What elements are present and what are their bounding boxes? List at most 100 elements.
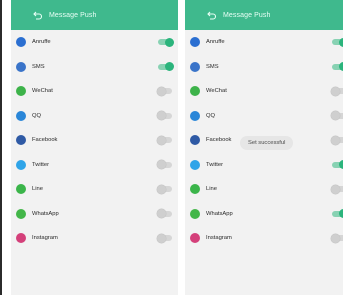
list-item[interactable]: WhatsApp <box>11 202 178 227</box>
page-title: Message Push <box>223 11 271 19</box>
list-item[interactable]: Instagram <box>11 226 178 251</box>
app-label: Facebook <box>32 137 58 144</box>
push-toggle[interactable] <box>331 184 343 194</box>
toggle-knob <box>339 160 343 170</box>
toggle-knob <box>331 184 340 194</box>
push-toggle[interactable] <box>157 135 172 145</box>
push-toggle[interactable] <box>157 160 172 170</box>
facebook-icon <box>190 135 200 146</box>
whatsapp-icon <box>16 208 26 219</box>
app-label: WhatsApp <box>32 210 59 217</box>
app-label: Twitter <box>32 161 50 168</box>
list-item[interactable]: SMS <box>11 55 178 80</box>
app-label: Facebook <box>206 137 232 144</box>
qq-icon <box>190 110 200 121</box>
app-label: WhatsApp <box>206 210 233 217</box>
notification-app-list: Anruffe SMS WeChat QQ Facebook Twitter L… <box>11 30 178 251</box>
app-label: SMS <box>32 63 45 70</box>
list-item[interactable]: Line <box>185 177 343 202</box>
toggle-knob <box>157 233 166 243</box>
push-toggle[interactable] <box>157 86 172 96</box>
toggle-knob <box>331 135 340 145</box>
list-item[interactable]: QQ <box>185 104 343 129</box>
app-label: Instagram <box>206 235 232 242</box>
list-item[interactable]: Anruffe <box>185 30 343 55</box>
app-label: SMS <box>206 63 219 70</box>
toggle-knob <box>165 62 174 72</box>
app-header: Message Push <box>185 0 343 30</box>
toggle-knob <box>339 209 343 219</box>
list-item[interactable]: Facebook <box>11 128 178 153</box>
app-label: QQ <box>32 112 42 119</box>
list-item[interactable]: Line <box>11 177 178 202</box>
back-arrow-icon[interactable] <box>207 10 217 20</box>
list-item[interactable]: WeChat <box>11 79 178 104</box>
page-title: Message Push <box>49 11 97 19</box>
toggle-knob <box>339 62 343 72</box>
toggle-knob <box>157 184 166 194</box>
whatsapp-icon <box>190 208 200 219</box>
push-toggle[interactable] <box>331 111 343 121</box>
push-toggle[interactable] <box>331 233 343 243</box>
app-label: Twitter <box>206 161 224 168</box>
phone-screen-after: Message Push Anruffe SMS WeChat QQ Faceb… <box>185 0 343 295</box>
sms-icon <box>190 61 200 72</box>
toggle-knob <box>157 111 166 121</box>
toggle-knob <box>157 160 166 170</box>
app-label: QQ <box>206 112 216 119</box>
app-label: WeChat <box>206 88 227 95</box>
twitter-icon <box>16 159 26 170</box>
push-toggle[interactable] <box>332 160 343 170</box>
list-item[interactable]: QQ <box>11 104 178 129</box>
list-item[interactable]: SMS <box>185 55 343 80</box>
app-label: Instagram <box>32 235 58 242</box>
app-label: Anruffe <box>206 39 225 46</box>
toggle-knob <box>165 37 174 47</box>
app-label: Anruffe <box>32 39 51 46</box>
push-toggle[interactable] <box>157 111 172 121</box>
toggle-knob <box>331 111 340 121</box>
app-label: Line <box>206 186 217 193</box>
wechat-icon <box>16 86 26 97</box>
phone-icon <box>190 37 200 48</box>
push-toggle[interactable] <box>331 135 343 145</box>
push-toggle[interactable] <box>331 86 343 96</box>
push-toggle[interactable] <box>157 184 172 194</box>
app-label: WeChat <box>32 88 53 95</box>
push-toggle[interactable] <box>332 209 343 219</box>
toggle-knob <box>157 135 166 145</box>
push-toggle[interactable] <box>158 37 174 47</box>
push-toggle[interactable] <box>332 62 343 72</box>
app-header: Message Push <box>11 0 178 30</box>
toggle-knob <box>331 86 340 96</box>
push-toggle[interactable] <box>157 209 172 219</box>
phone-screen-before: Message Push Anruffe SMS WeChat QQ Faceb… <box>11 0 178 295</box>
list-item[interactable]: Anruffe <box>11 30 178 55</box>
toast-message: Set successful <box>240 136 294 150</box>
toggle-knob <box>339 37 343 47</box>
phone-icon <box>16 37 26 48</box>
app-label: Line <box>32 186 43 193</box>
toggle-knob <box>157 209 166 219</box>
wechat-icon <box>190 86 200 97</box>
list-item[interactable]: Twitter <box>185 153 343 178</box>
toggle-knob <box>157 86 166 96</box>
sms-icon <box>16 61 26 72</box>
instagram-icon <box>190 233 200 244</box>
push-toggle[interactable] <box>158 62 174 72</box>
instagram-icon <box>16 233 26 244</box>
back-arrow-icon[interactable] <box>33 10 43 20</box>
toggle-knob <box>331 233 340 243</box>
push-toggle[interactable] <box>332 37 343 47</box>
list-item[interactable]: WhatsApp <box>185 202 343 227</box>
facebook-icon <box>16 135 26 146</box>
push-toggle[interactable] <box>157 233 172 243</box>
list-item[interactable]: Twitter <box>11 153 178 178</box>
qq-icon <box>16 110 26 121</box>
line-icon <box>16 184 26 195</box>
left-edge-divider <box>0 0 2 295</box>
line-icon <box>190 184 200 195</box>
twitter-icon <box>190 159 200 170</box>
list-item[interactable]: WeChat <box>185 79 343 104</box>
list-item[interactable]: Instagram <box>185 226 343 251</box>
